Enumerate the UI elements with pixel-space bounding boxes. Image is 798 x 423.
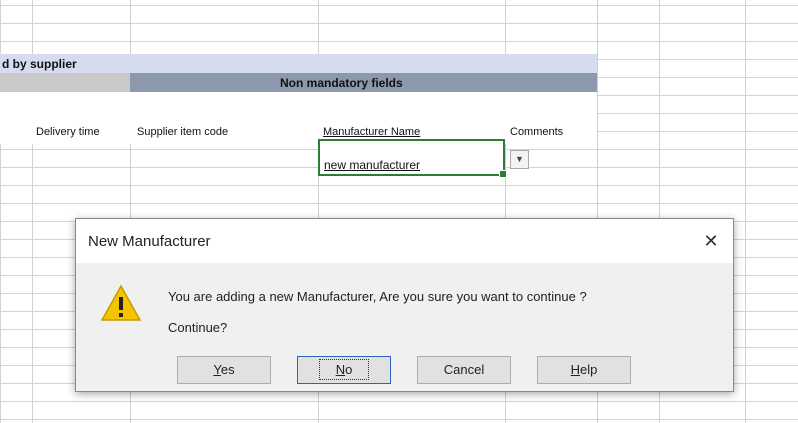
- no-button-label: o: [345, 362, 353, 377]
- cancel-button[interactable]: Cancel: [417, 356, 511, 384]
- selected-cell-manufacturer[interactable]: new manufacturer: [318, 139, 507, 178]
- yes-button[interactable]: Yes: [177, 356, 271, 384]
- column-header-supplier-item-code[interactable]: Supplier item code: [137, 126, 228, 138]
- column-header-comments[interactable]: Comments: [510, 126, 563, 138]
- dialog-question: Continue?: [168, 320, 228, 335]
- group-header-label: d by supplier: [2, 57, 77, 71]
- help-button[interactable]: Help: [537, 356, 631, 384]
- no-button[interactable]: No: [297, 356, 391, 384]
- dialog-title-bar: New Manufacturer ✕: [76, 219, 733, 263]
- yes-button-label: es: [220, 362, 235, 377]
- no-button-focus: No: [318, 359, 370, 380]
- dialog-message: You are adding a new Manufacturer, Are y…: [168, 289, 587, 304]
- column-header-delivery-time[interactable]: Delivery time: [36, 126, 100, 138]
- close-icon[interactable]: ✕: [699, 229, 723, 253]
- group-header-left-band: [0, 73, 130, 92]
- no-button-mnemonic: N: [335, 362, 346, 377]
- new-manufacturer-dialog: New Manufacturer ✕ You are adding a new …: [75, 218, 734, 392]
- group-header-band: d by supplier: [0, 54, 597, 73]
- column-divider: [745, 0, 746, 423]
- yes-button-mnemonic: Y: [213, 362, 221, 377]
- help-button-label: elp: [580, 362, 598, 377]
- warning-icon: [100, 284, 142, 321]
- chevron-down-icon: ▼: [515, 154, 524, 164]
- selected-cell-value: new manufacturer: [324, 158, 421, 172]
- fill-handle[interactable]: [499, 170, 507, 178]
- column-header-manufacturer-name[interactable]: Manufacturer Name: [323, 126, 420, 138]
- section-header-label: Non mandatory fields: [280, 76, 403, 90]
- section-header-band: Non mandatory fields: [130, 73, 597, 92]
- help-button-mnemonic: H: [570, 362, 581, 377]
- cancel-button-label: Cancel: [443, 362, 485, 377]
- dialog-title: New Manufacturer: [88, 233, 211, 250]
- cell-dropdown-button[interactable]: ▼: [510, 150, 529, 169]
